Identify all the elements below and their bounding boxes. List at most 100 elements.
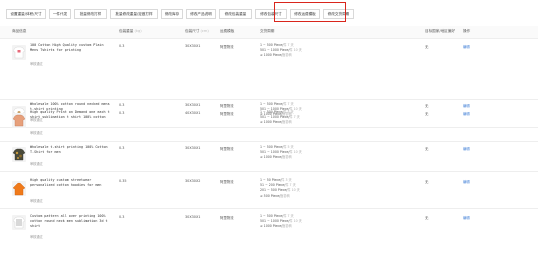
- lead-time-list: 1 ~ 50 Piece/件 3 天 51 ~ 200 Piece/件 7 天 …: [260, 178, 300, 199]
- lead-time-range: ≥ 500 Piece/: [260, 193, 281, 198]
- product-title[interactable]: Wholesale t-shirt printing 100% Cotton T…: [30, 145, 110, 155]
- header-action: 操作: [463, 29, 471, 33]
- package-weight: 0.35: [119, 179, 127, 183]
- lead-time-days: 件 7 天: [283, 214, 294, 218]
- package-size: 30X30X1: [185, 146, 201, 150]
- lead-time-days: 面协商: [282, 120, 292, 125]
- package-weight: 0.3: [119, 146, 125, 150]
- table-row: High quality custom streetwear personali…: [0, 174, 538, 209]
- lead-time-range: 201 ~ 500 Piece/: [260, 188, 288, 193]
- review-status: 审核通过: [30, 235, 43, 239]
- lead-time-days: 件 10 天: [289, 150, 302, 155]
- edit-link[interactable]: 编辑: [463, 179, 470, 184]
- origin-preference: 无: [425, 216, 429, 220]
- lead-time-range: 501 ~ 1000 Piece/: [260, 150, 290, 155]
- review-status: 审核通过: [30, 62, 43, 66]
- product-title[interactable]: High quality Print on Demand one each t …: [30, 110, 110, 120]
- package-weight: 0.3: [119, 111, 125, 115]
- shipping-template: 阿里物流: [220, 147, 234, 151]
- lead-time-range: ≥ 1000 Piece/: [260, 53, 283, 58]
- lead-time-range: ≥ 1000 Piece/: [260, 120, 283, 125]
- header-weight: 包装重量 (kg): [119, 29, 142, 34]
- lead-time-days: 件 7 天: [285, 183, 296, 188]
- white-print-tshirt-icon[interactable]: [12, 215, 26, 230]
- lead-time-days: 面协商: [282, 224, 292, 229]
- lead-time-tier: ≥ 1000 Piece/面协商: [260, 155, 302, 160]
- header-lead-time: 交货周期: [260, 29, 275, 33]
- edit-link[interactable]: 编辑: [463, 146, 470, 151]
- lead-time-range: ≥ 1000 Piece/: [260, 155, 283, 160]
- origin-preference: 无: [425, 180, 429, 184]
- origin-preference: 无: [425, 45, 429, 49]
- shipping-template: 阿里物流: [220, 45, 234, 49]
- highlight-annotation-box: [274, 2, 346, 22]
- lead-time-days: 面协商: [282, 155, 292, 160]
- review-status: 审核通过: [30, 162, 43, 166]
- lead-time-days: 件 5 天: [283, 145, 294, 149]
- lead-time-list: 1 ~ 500 Piece/件 7 天 501 ~ 1000 Piece/件 1…: [260, 43, 302, 59]
- lead-time-days: 面协商: [280, 193, 290, 198]
- dropshipping-button[interactable]: 一件代发: [49, 9, 71, 19]
- origin-preference: 无: [425, 112, 429, 116]
- header-size-label: 包装尺寸: [185, 29, 200, 33]
- lead-time-days: 件 5 天: [283, 110, 294, 114]
- package-weight: 0.3: [119, 215, 125, 219]
- table-row: Custom pattern all over printing 100% co…: [0, 210, 538, 254]
- product-title[interactable]: 100 Cotton High Quality custom Plain Men…: [30, 43, 110, 53]
- package-weight: 0.3: [119, 44, 125, 48]
- lead-time-range: 1 ~ 500 Piece/: [260, 145, 284, 149]
- header-product: 商品信息: [12, 29, 27, 33]
- lead-time-range: 1 ~ 500 Piece/: [260, 43, 284, 47]
- lead-time-range: ≥ 1000 Piece/: [260, 224, 283, 229]
- lead-time-range: 501 ~ 1000 Piece/: [260, 48, 290, 53]
- lead-time-days: 件 10 天: [287, 188, 300, 193]
- lead-time-days: 件 7 天: [283, 43, 294, 47]
- lead-time-range: 1 ~ 50 Piece/: [260, 178, 282, 182]
- table-row: 100 Cotton High Quality custom Plain Men…: [0, 39, 538, 100]
- origin-preference: 无: [425, 147, 429, 151]
- lead-time-range: 501 ~ 1000 Piece/: [260, 219, 290, 224]
- lead-time-list: 1 ~ 500 Piece/件 5 天 501 ~ 1000 Piece/件 1…: [260, 145, 302, 161]
- lead-time-range: 501 ~ 1000 Piece/: [260, 115, 290, 120]
- batch-edit-sample-button[interactable]: 批量修改打样: [74, 9, 107, 19]
- table-header: 商品信息 包装重量 (kg) 包装尺寸 (cm) 运费模板 交货周期 目标国家/…: [0, 26, 538, 39]
- header-size-unit: (cm): [200, 29, 209, 33]
- review-status: 审核通过: [30, 199, 43, 203]
- package-size: 30X30X1: [185, 44, 201, 48]
- lead-time-days: 件 3 天: [281, 178, 292, 182]
- package-size: 30X30X1: [185, 215, 201, 219]
- lead-time-days: 件 10 天: [289, 48, 302, 53]
- lead-time-tier: ≥ 1000 Piece/面协商: [260, 53, 302, 58]
- edit-link[interactable]: 编辑: [463, 215, 470, 220]
- set-weight-volume-size-button[interactable]: 设置重量/体积/尺寸: [6, 9, 46, 19]
- edit-package-weight-button[interactable]: 修改包装重量: [219, 9, 252, 19]
- edit-stock-button[interactable]: 修改库存: [161, 9, 183, 19]
- table-row: High quality Print on Demand one each t …: [0, 106, 538, 142]
- white-tshirt-icon[interactable]: [12, 45, 26, 60]
- review-status: 审核通过: [30, 131, 43, 135]
- product-title[interactable]: High quality custom streetwear personali…: [30, 178, 110, 188]
- camo-tshirt-icon[interactable]: [12, 147, 26, 162]
- shipping-template: 阿里物流: [220, 112, 234, 116]
- edit-link[interactable]: 编辑: [463, 44, 470, 49]
- lead-time-days: 面协商: [282, 53, 292, 58]
- product-title[interactable]: Custom pattern all over printing 100% co…: [30, 214, 110, 230]
- batch-edit-weight-custom-sample-button[interactable]: 批量修改重量/定做打样: [110, 9, 158, 19]
- header-shipping: 运费模板: [220, 29, 235, 33]
- shipping-template: 阿里物流: [220, 216, 234, 220]
- lead-time-tier: ≥ 1000 Piece/面协商: [260, 224, 302, 229]
- lead-time-list: 1 ~ 500 Piece/件 5 天 501 ~ 1000 Piece/件 7…: [260, 110, 300, 126]
- lead-time-range: 1 ~ 500 Piece/: [260, 110, 284, 114]
- lead-time-list: 1 ~ 500 Piece/件 7 天 501 ~ 1000 Piece/件 1…: [260, 214, 302, 230]
- peach-tshirt-icon[interactable]: [12, 113, 26, 128]
- lead-time-tier: ≥ 500 Piece/面协商: [260, 194, 300, 199]
- package-size: 30X30X2: [185, 179, 201, 183]
- header-origin: 目标国家/地区偏好: [425, 29, 455, 33]
- edit-link[interactable]: 编辑: [463, 111, 470, 116]
- lead-time-range: 51 ~ 200 Piece/: [260, 183, 286, 188]
- edit-product-description-button[interactable]: 修改产品说明: [186, 9, 216, 19]
- lead-time-range: 1 ~ 500 Piece/: [260, 214, 284, 218]
- orange-hoodie-icon[interactable]: [12, 181, 26, 196]
- lead-time-days: 件 10 天: [289, 219, 302, 224]
- shipping-template: 阿里物流: [220, 180, 234, 184]
